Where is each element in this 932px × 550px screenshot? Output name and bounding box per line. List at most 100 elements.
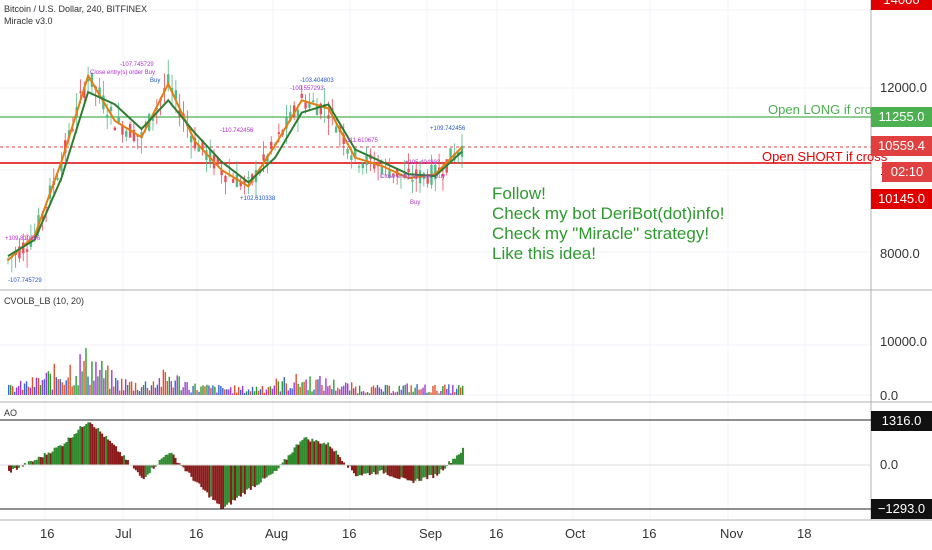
- volume-label: CVOLB_LB (10, 20): [4, 296, 85, 306]
- ao-bar: [428, 465, 431, 476]
- ao-bar: [436, 465, 439, 476]
- candle-body: [334, 126, 338, 133]
- ao-max-tag: 1316.0: [871, 411, 932, 431]
- volume-bar: [11, 386, 14, 395]
- ao-bar: [101, 433, 104, 465]
- volume-bar: [162, 369, 165, 395]
- volume-bar: [422, 387, 424, 395]
- volume-bar: [230, 387, 232, 395]
- candle-body: [407, 168, 410, 173]
- candle-body: [105, 114, 109, 118]
- volume-bar: [245, 391, 248, 395]
- volume-bar: [295, 373, 297, 395]
- ao-bar: [255, 465, 258, 486]
- ao-bar: [87, 422, 90, 465]
- ao-bar: [440, 465, 443, 470]
- volume-bar: [241, 385, 244, 395]
- ao-bar: [105, 435, 108, 465]
- volume-bar: [438, 393, 440, 395]
- price-tag-clipped: 14000: [871, 0, 932, 10]
- volume-bar: [348, 390, 351, 395]
- volume-bar: [85, 348, 87, 395]
- volume-bar: [297, 383, 299, 395]
- volume-bar: [146, 387, 149, 395]
- ao-bar: [144, 465, 147, 477]
- volume-tick: 10000.0: [880, 334, 927, 349]
- volume-bar: [184, 381, 186, 395]
- volume-bar: [259, 389, 262, 395]
- candle-body: [296, 109, 300, 116]
- ao-bar: [37, 456, 40, 465]
- ao-bar: [192, 465, 195, 481]
- time-tick: 16: [40, 526, 55, 541]
- chart: [0, 0, 932, 521]
- volume-bar: [388, 385, 391, 395]
- volume-bar: [380, 389, 383, 395]
- short-level-label: Open SHORT if cross: [762, 149, 888, 164]
- trade-label: Buy: [150, 78, 161, 84]
- volume-bar: [261, 386, 264, 395]
- volume-bar: [204, 386, 206, 395]
- time-tick: Nov: [720, 526, 744, 541]
- ao-bar: [162, 457, 165, 465]
- annotation-text: Follow! Check my bot DeriBot(dot)info! C…: [492, 184, 724, 264]
- candle-body: [350, 155, 353, 160]
- volume-bar: [333, 379, 335, 395]
- volume-bar: [412, 391, 414, 395]
- ao-bar: [293, 447, 296, 465]
- volume-bar: [200, 386, 202, 395]
- candle-body: [312, 100, 315, 103]
- volume-bar: [352, 388, 355, 395]
- ao-bar: [370, 465, 373, 474]
- volume-bar: [356, 393, 359, 395]
- volume-bar: [287, 390, 289, 395]
- ao-bar: [366, 465, 369, 474]
- volume-bar: [188, 390, 190, 395]
- ao-bar: [168, 453, 171, 465]
- volume-bar: [99, 369, 101, 395]
- volume-bar: [218, 384, 220, 395]
- ao-bar: [142, 465, 145, 480]
- candle-body: [346, 148, 349, 154]
- volume-bar: [362, 391, 365, 395]
- ao-bar: [136, 465, 139, 473]
- volume-bar: [196, 390, 198, 395]
- volume-bar: [414, 387, 416, 395]
- volume-bar: [370, 387, 373, 395]
- time-tick: 16: [189, 526, 204, 541]
- time-tick: 18: [797, 526, 812, 541]
- ao-bar: [444, 465, 447, 469]
- ao-bar: [420, 465, 423, 481]
- ao-bar: [164, 454, 167, 465]
- volume-bar: [150, 385, 153, 395]
- price-tick: 12000.0: [880, 80, 927, 95]
- ao-bar: [257, 465, 260, 485]
- ao-bar: [454, 458, 457, 465]
- price-tag-current: 10559.4: [871, 136, 932, 156]
- volume-bar: [208, 385, 210, 395]
- volume-bar: [186, 382, 188, 395]
- volume-bar: [132, 390, 135, 395]
- volume-bar: [29, 387, 32, 395]
- ao-bar: [341, 461, 344, 465]
- ao-bar: [402, 465, 405, 478]
- ao-bar: [61, 446, 64, 465]
- volume-bar: [111, 370, 113, 395]
- volume-bar: [293, 382, 295, 395]
- volume-bar: [21, 389, 24, 395]
- volume-bar: [251, 386, 254, 395]
- ao-label: AO: [4, 408, 18, 418]
- ao-bar: [53, 447, 56, 465]
- volume-bar: [368, 393, 371, 395]
- volume-bar: [63, 384, 65, 395]
- ao-bar: [15, 465, 18, 470]
- ao-bar: [49, 453, 52, 465]
- volume-bar: [182, 387, 184, 395]
- ao-bar: [65, 442, 68, 465]
- ao-bar: [55, 447, 58, 465]
- candle-body: [277, 132, 281, 134]
- volume-bar: [57, 379, 59, 395]
- volume-bar: [327, 386, 329, 395]
- candle-body: [365, 154, 368, 166]
- volume-bar: [97, 376, 99, 395]
